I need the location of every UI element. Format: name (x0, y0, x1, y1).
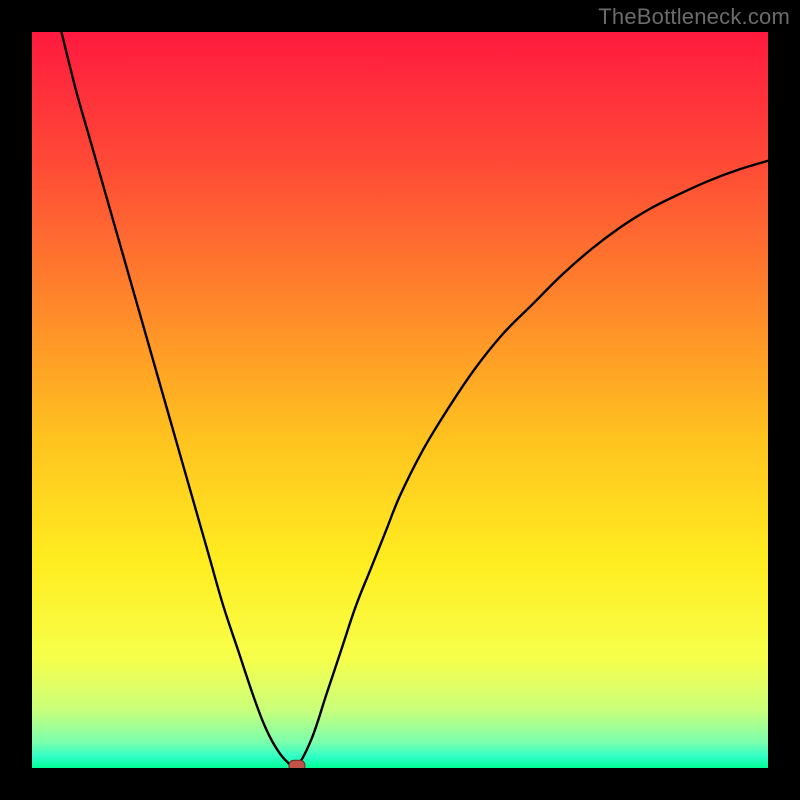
chart-frame: TheBottleneck.com (0, 0, 800, 800)
chart-svg (32, 32, 768, 768)
watermark-text: TheBottleneck.com (598, 4, 790, 30)
gradient-background (32, 32, 768, 768)
optimal-point-marker (289, 760, 305, 768)
plot-area (32, 32, 768, 768)
